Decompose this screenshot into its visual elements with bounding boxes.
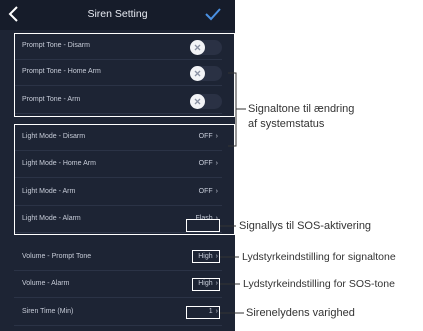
row-volume-alarm[interactable]: Volume - Alarm High › [14, 272, 222, 298]
annotation-sos-light: Signallys til SOS-aktivering [239, 220, 372, 232]
row-label: Volume - Alarm [22, 280, 70, 287]
annotation-status-tone-line1: Signaltone til ændring [248, 103, 355, 115]
nav-bar: Siren Setting [0, 0, 235, 30]
row-label: Volume - Prompt Tone [22, 253, 92, 260]
highlight-box-siren-time [186, 306, 220, 319]
annotation-siren-duration: Sirenelydens varighed [246, 307, 355, 319]
annotation-status-tone-line2: af systemstatus [248, 118, 325, 130]
page-title: Siren Setting [87, 8, 148, 20]
highlight-box-volume-prompt [192, 250, 220, 263]
annotation-volume-tone: Lydstyrkeindstilling for signaltone [242, 251, 396, 263]
highlight-box-volume-alarm [192, 278, 220, 291]
row-volume-prompt-tone[interactable]: Volume - Prompt Tone High › [14, 245, 222, 271]
highlight-box-flash [186, 219, 220, 232]
highlight-box-prompt-tones [14, 33, 235, 117]
phone-screen: Siren Setting Prompt Tone - Disarm Promp… [0, 0, 235, 331]
annotation-volume-sos: Lydstyrkeindstilling for SOS-tone [243, 278, 395, 290]
row-label: Siren Time (Min) [22, 308, 74, 315]
checkmark-icon[interactable] [205, 7, 221, 21]
